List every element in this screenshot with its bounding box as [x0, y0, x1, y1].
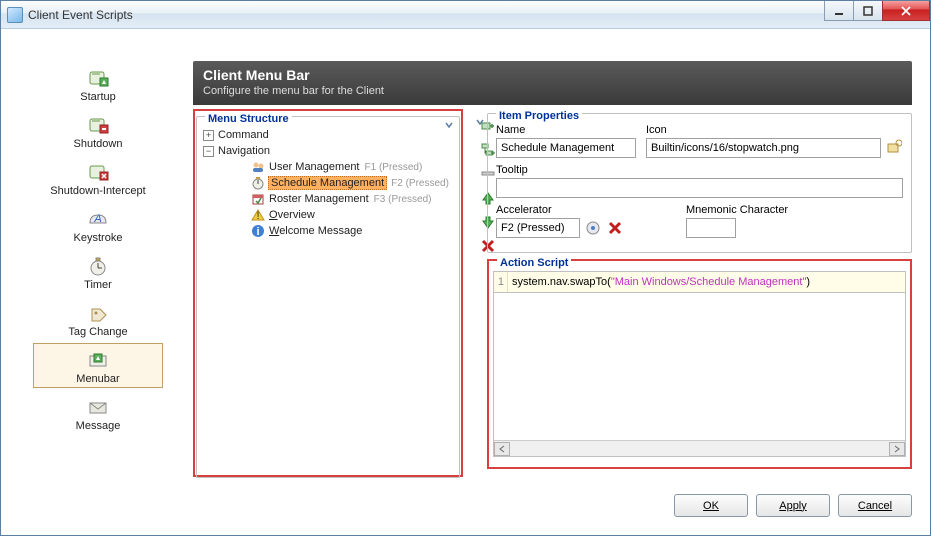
tag-change-icon: [86, 301, 110, 325]
icon-input[interactable]: [646, 138, 881, 158]
timer-icon: [86, 254, 110, 278]
sidebar-item-label: Menubar: [76, 373, 119, 385]
shutdown-icon: [86, 113, 110, 137]
line-number: 1: [494, 272, 508, 292]
sidebar-item-message[interactable]: Message: [33, 390, 163, 435]
menu-tree: + Command − Navigation User Management: [203, 127, 453, 239]
clear-accelerator-button[interactable]: [606, 219, 624, 237]
tree-node-user-management[interactable]: User Management F1 (Pressed): [203, 159, 453, 175]
sidebar-item-shutdown-intercept[interactable]: Shutdown-Intercept: [33, 155, 163, 200]
ok-button[interactable]: OK: [674, 494, 748, 517]
sidebar-item-keystroke[interactable]: A Keystroke: [33, 202, 163, 247]
menu-structure-panel: Menu Structure + Command − Navigation: [193, 109, 463, 477]
tree-node-command[interactable]: + Command: [203, 127, 453, 143]
tree-node-schedule-management[interactable]: Schedule Management F2 (Pressed): [203, 175, 453, 191]
svg-text:A: A: [93, 213, 101, 225]
sidebar: Startup Shutdown Shutdown-Intercept A Ke…: [33, 61, 163, 435]
sidebar-item-tag-change[interactable]: Tag Change: [33, 296, 163, 341]
browse-icon-button[interactable]: [885, 138, 903, 156]
code-line[interactable]: system.nav.swapTo("Main Windows/Schedule…: [508, 272, 905, 292]
horizontal-scrollbar[interactable]: [494, 440, 905, 456]
tree-node-roster-management[interactable]: Roster Management F3 (Pressed): [203, 191, 453, 207]
header-bar: Client Menu Bar Configure the menu bar f…: [193, 61, 912, 105]
svg-text:!: !: [256, 210, 259, 222]
tree-node-navigation[interactable]: − Navigation: [203, 143, 453, 159]
sidebar-item-label: Startup: [80, 91, 115, 103]
mnemonic-input[interactable]: [686, 218, 736, 238]
info-icon: i: [251, 224, 265, 238]
apply-button[interactable]: Apply: [756, 494, 830, 517]
header-subtitle: Configure the menu bar for the Client: [203, 85, 902, 97]
mnemonic-label: Mnemonic Character: [686, 204, 788, 216]
code-editor[interactable]: 1 system.nav.swapTo("Main Windows/Schedu…: [493, 271, 906, 293]
action-script-panel: Action Script 1 system.nav.swapTo("Main …: [487, 259, 912, 469]
item-properties-legend: Item Properties: [496, 110, 582, 122]
accelerator-input[interactable]: [496, 218, 580, 238]
app-icon: [7, 7, 23, 23]
name-input[interactable]: [496, 138, 636, 158]
scroll-right-button[interactable]: [889, 442, 905, 456]
titlebar: Client Event Scripts: [1, 1, 930, 29]
maximize-button[interactable]: [853, 1, 883, 21]
collapse-icon[interactable]: −: [203, 146, 214, 157]
collapse-left-icon[interactable]: [443, 120, 455, 130]
content: Startup Shutdown Shutdown-Intercept A Ke…: [1, 29, 930, 535]
users-icon: [251, 160, 265, 174]
sidebar-item-label: Shutdown-Intercept: [50, 185, 145, 197]
dialog-buttons: OK Apply Cancel: [674, 494, 912, 517]
tree-node-welcome-message[interactable]: i Welcome Message: [203, 223, 453, 239]
cancel-button[interactable]: Cancel: [838, 494, 912, 517]
main-panel: Client Menu Bar Configure the menu bar f…: [193, 61, 912, 477]
calendar-icon: [251, 192, 265, 206]
minimize-button[interactable]: [824, 1, 854, 21]
close-button[interactable]: [882, 1, 930, 21]
sidebar-item-menubar[interactable]: Menubar: [33, 343, 163, 388]
sidebar-item-label: Timer: [84, 279, 112, 291]
capture-key-button[interactable]: [584, 219, 602, 237]
menubar-icon: [86, 348, 110, 372]
tooltip-input[interactable]: [496, 178, 903, 198]
sidebar-item-label: Keystroke: [74, 232, 123, 244]
window-title: Client Event Scripts: [28, 8, 133, 22]
code-editor-body[interactable]: [493, 293, 906, 457]
expand-icon[interactable]: +: [203, 130, 214, 141]
item-properties-panel: Item Properties Name Icon: [487, 109, 912, 477]
stopwatch-icon: [251, 176, 265, 190]
menu-structure-legend: Menu Structure: [205, 113, 292, 125]
sidebar-item-label: Message: [76, 420, 121, 432]
startup-icon: [86, 66, 110, 90]
tooltip-label: Tooltip: [496, 164, 903, 176]
window: Client Event Scripts Startup Shutdown: [0, 0, 931, 536]
scroll-left-button[interactable]: [494, 442, 510, 456]
sidebar-item-shutdown[interactable]: Shutdown: [33, 108, 163, 153]
collapse-right-icon[interactable]: [474, 117, 486, 127]
action-script-legend: Action Script: [497, 257, 571, 269]
warning-icon: !: [251, 208, 265, 222]
icon-label: Icon: [646, 124, 903, 136]
shutdown-intercept-icon: [86, 160, 110, 184]
name-label: Name: [496, 124, 636, 136]
window-controls: [825, 1, 930, 21]
header-title: Client Menu Bar: [203, 67, 902, 83]
sidebar-item-label: Tag Change: [68, 326, 127, 338]
keystroke-icon: A: [86, 207, 110, 231]
tree-node-overview[interactable]: ! Overview: [203, 207, 453, 223]
message-icon: [86, 395, 110, 419]
sidebar-item-timer[interactable]: Timer: [33, 249, 163, 294]
sidebar-item-startup[interactable]: Startup: [33, 61, 163, 106]
svg-text:i: i: [256, 226, 259, 238]
sidebar-item-label: Shutdown: [74, 138, 123, 150]
accelerator-label: Accelerator: [496, 204, 676, 216]
